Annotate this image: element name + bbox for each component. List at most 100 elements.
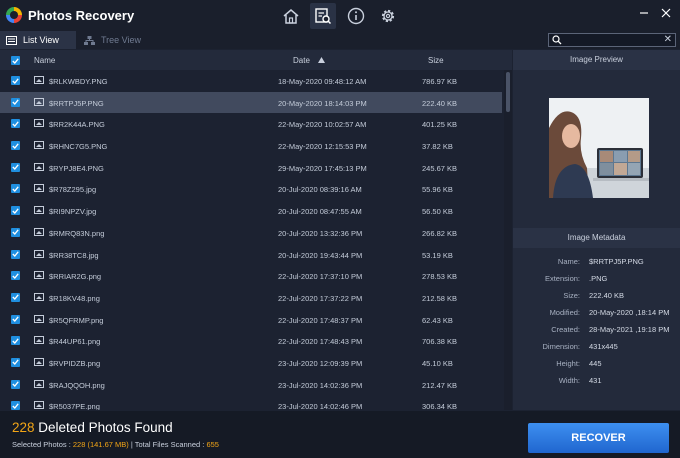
row-checkbox[interactable]	[11, 336, 20, 346]
file-size: 212.47 KB	[422, 380, 458, 390]
row-checkbox[interactable]	[11, 227, 20, 237]
row-checkbox[interactable]	[11, 141, 20, 151]
settings-gear-icon[interactable]	[375, 3, 401, 29]
metadata-label: Dimension:	[542, 342, 580, 351]
found-count: 228	[12, 420, 35, 435]
home-icon[interactable]	[278, 3, 304, 29]
file-name: $RR38TC8.jpg	[49, 250, 99, 260]
table-row[interactable]: $RHNC7G5.PNG 22-May-2020 12:15:53 PM 37.82…	[0, 135, 502, 157]
metadata-value: 431x445	[589, 342, 618, 351]
row-checkbox[interactable]	[11, 271, 20, 281]
file-size: 401.25 KB	[422, 120, 458, 130]
image-file-icon	[34, 162, 44, 171]
file-size: 55.96 KB	[422, 185, 453, 195]
image-file-icon	[34, 271, 44, 280]
table-row[interactable]: $RI9NPZV.jpg 20-Jul-2020 08:47:55 AM 56.50…	[0, 200, 502, 222]
file-size: 266.82 KB	[422, 228, 458, 238]
file-size: 212.58 KB	[422, 293, 458, 303]
table-row[interactable]: $RRIAR2G.png 22-Jul-2020 17:37:10 PM 278.5…	[0, 265, 502, 287]
metadata-value: $RRTPJ5P.PNG	[589, 257, 644, 266]
file-date: 20-Jul-2020 08:47:55 AM	[278, 207, 362, 217]
tab-list-view-label: List View	[23, 35, 59, 45]
image-file-icon	[34, 314, 44, 323]
found-summary: 228 Deleted Photos Found	[12, 420, 173, 435]
row-checkbox[interactable]	[11, 379, 20, 389]
table-row[interactable]: $RAJQQOH.png 23-Jul-2020 14:02:36 PM 212.4…	[0, 374, 502, 396]
row-checkbox[interactable]	[11, 119, 20, 129]
file-date: 22-Jul-2020 17:48:43 PM	[278, 337, 363, 347]
app-logo-icon	[6, 7, 22, 23]
file-date: 20-May-2020 18:14:03 PM	[278, 98, 367, 108]
recover-button[interactable]: RECOVER	[528, 423, 669, 453]
table-row[interactable]: $R78Z295.jpg 20-Jul-2020 08:39:16 AM 55.96…	[0, 178, 502, 200]
metadata-value: 222.40 KB	[589, 291, 625, 300]
scrollbar-thumb[interactable]	[506, 72, 510, 112]
search-input[interactable]: ✕	[548, 33, 676, 47]
metadata-label: Height:	[556, 359, 580, 368]
file-name: $RLKWBDY.PNG	[49, 77, 108, 86]
list-view-icon	[6, 35, 17, 45]
file-list: $RLKWBDY.PNG 18-May-2020 09:48:12 AM 786.9…	[0, 70, 502, 410]
file-name: $RRTPJ5P.PNG	[49, 98, 104, 108]
image-file-icon	[34, 336, 44, 345]
row-checkbox[interactable]	[11, 357, 20, 367]
file-name: $RMRQ83N.png	[49, 228, 105, 238]
row-checkbox[interactable]	[11, 206, 20, 216]
table-row[interactable]: $RYPJ8E4.PNG 29-May-2020 17:45:13 PM 245.6…	[0, 157, 502, 179]
select-all-checkbox[interactable]	[11, 56, 20, 65]
table-row[interactable]: $RR2K44A.PNG 22-May-2020 10:02:57 AM 401.2…	[0, 113, 502, 135]
file-name: $RI9NPZV.jpg	[49, 207, 97, 217]
table-row[interactable]: $R5037PE.png 23-Jul-2020 14:02:46 PM 306.3…	[0, 395, 502, 410]
metadata-value: .PNG	[589, 274, 608, 283]
row-checkbox[interactable]	[11, 76, 20, 85]
row-checkbox[interactable]	[11, 184, 20, 194]
row-checkbox[interactable]	[11, 249, 20, 259]
table-row[interactable]: $RMRQ83N.png 20-Jul-2020 13:32:36 PM 266.8…	[0, 222, 502, 244]
file-size: 62.43 KB	[422, 315, 453, 325]
table-row[interactable]: $R44UP61.png 22-Jul-2020 17:48:43 PM 706.3…	[0, 330, 502, 352]
row-checkbox[interactable]	[11, 401, 20, 410]
tab-tree-view[interactable]: Tree View	[78, 31, 160, 49]
table-row[interactable]: $RR38TC8.jpg 20-Jul-2020 19:43:44 PM 53.19…	[0, 244, 502, 266]
table-row[interactable]: $R18KV48.png 22-Jul-2020 17:37:22 PM 212.5…	[0, 287, 502, 309]
search-clear-icon[interactable]: ✕	[664, 34, 672, 46]
metadata-label: Width:	[558, 376, 580, 385]
table-row[interactable]: $RRTPJ5P.PNG 20-May-2020 18:14:03 PM 222.4…	[0, 91, 502, 114]
metadata-label: Name:	[557, 257, 580, 266]
image-file-icon	[34, 119, 44, 128]
file-date: 20-Jul-2020 08:39:16 AM	[278, 185, 362, 195]
sort-ascending-icon	[318, 57, 325, 63]
table-row[interactable]: $RVPIDZB.png 23-Jul-2020 12:09:39 PM 45.10…	[0, 352, 502, 374]
image-file-icon	[34, 357, 44, 366]
minimize-icon[interactable]	[636, 5, 652, 21]
row-checkbox[interactable]	[11, 97, 20, 107]
table-row[interactable]: $RLKWBDY.PNG 18-May-2020 09:48:12 AM 786.9…	[0, 70, 502, 92]
file-date: 29-May-2020 17:45:13 PM	[278, 163, 367, 173]
file-date: 18-May-2020 09:48:12 AM	[278, 77, 367, 86]
search-icon	[552, 35, 562, 45]
metadata-label: Size:	[563, 291, 580, 300]
row-checkbox[interactable]	[11, 292, 20, 302]
metadata-label: Modified:	[549, 308, 580, 317]
row-checkbox[interactable]	[11, 314, 20, 324]
image-file-icon	[34, 184, 44, 193]
metadata-label: Created:	[551, 325, 580, 334]
image-file-icon	[34, 379, 44, 388]
row-checkbox[interactable]	[11, 162, 20, 172]
file-list-scrollbar[interactable]	[504, 70, 512, 410]
metadata-value: 28-May-2021 ,19:18 PM	[589, 325, 670, 334]
info-icon[interactable]	[343, 3, 369, 29]
scan-results-icon[interactable]	[310, 3, 336, 29]
file-date: 20-Jul-2020 19:43:44 PM	[278, 250, 363, 260]
column-header-size[interactable]: Size	[428, 56, 444, 65]
found-text: Deleted Photos Found	[38, 420, 173, 435]
close-icon[interactable]	[658, 5, 674, 21]
details-panel: Image Preview Image Metadata Name: $RRTPJ…	[513, 50, 680, 410]
table-row[interactable]: $R5QFRMP.png 22-Jul-2020 17:48:37 PM 62.43…	[0, 309, 502, 331]
file-date: 23-Jul-2020 12:09:39 PM	[278, 358, 363, 368]
tab-list-view[interactable]: List View	[0, 31, 76, 49]
column-header-date[interactable]: Date	[293, 56, 310, 65]
file-name: $RHNC7G5.PNG	[49, 142, 108, 152]
column-header-name[interactable]: Name	[34, 56, 55, 65]
image-file-icon	[34, 227, 44, 236]
